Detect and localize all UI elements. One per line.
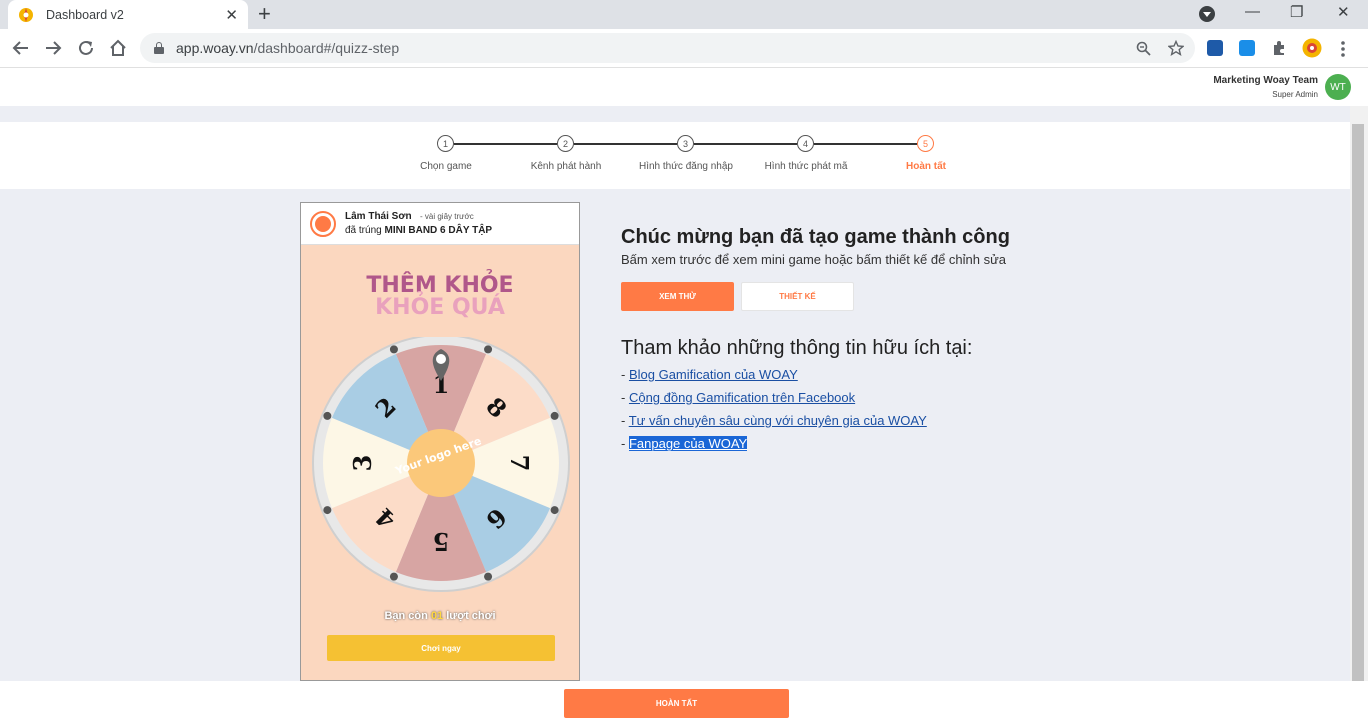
references-title: Tham khảo những thông tin hữu ích tại: xyxy=(621,337,973,359)
list-item: - Tư vấn chuyên sâu cùng với chuyên gia … xyxy=(621,412,927,435)
wheel-rim-dot xyxy=(323,506,332,515)
wheel-number-label: 3 xyxy=(348,455,377,472)
address-bar[interactable]: app.woay.vn/dashboard#/quizz-step xyxy=(140,33,1195,63)
wheel-rim-dot xyxy=(323,411,332,420)
footer-bar: HOÀN TẤT xyxy=(0,681,1368,727)
remaining-prefix: Bạn còn xyxy=(384,610,428,622)
back-icon[interactable] xyxy=(12,39,30,57)
play-now-button[interactable]: Chơi ngay xyxy=(327,635,555,661)
progress-stepper: 1 2 3 4 5 Chọn game Kênh phát hành Hình … xyxy=(0,122,1350,189)
winner-notification: Lâm Thái Sơn - vài giây trước đã trúng M… xyxy=(301,203,579,245)
winner-name: Lâm Thái Sơn xyxy=(345,211,412,222)
success-subtitle: Bấm xem trước để xem mini game hoặc bấm … xyxy=(621,252,1007,267)
list-item: - Fanpage của WOAY xyxy=(621,435,927,458)
notification-avatar-icon xyxy=(310,211,336,237)
finish-button[interactable]: HOÀN TẤT xyxy=(564,689,789,718)
app-header: Marketing Woay Team Super Admin WT xyxy=(0,68,1368,106)
remaining-count: 01 xyxy=(430,610,444,622)
step-connector xyxy=(454,143,557,145)
minimize-icon[interactable]: — xyxy=(1245,3,1260,20)
step-connector xyxy=(814,143,917,145)
list-item: - Blog Gamification của WOAY xyxy=(621,366,927,389)
remaining-suffix: lượt chơi xyxy=(446,610,496,622)
tab-close-icon[interactable]: ✕ xyxy=(225,6,238,24)
window-close-icon[interactable]: ✕ xyxy=(1337,3,1350,21)
wheel-rim-dot xyxy=(550,411,559,420)
step-5-circle[interactable]: 5 xyxy=(917,135,934,152)
step-connector xyxy=(574,143,677,145)
wheel-rim-dot xyxy=(389,345,398,354)
bookmark-star-icon[interactable] xyxy=(1168,40,1184,56)
step-connector xyxy=(694,143,797,145)
browser-toolbar: app.woay.vn/dashboard#/quizz-step xyxy=(0,29,1368,68)
design-button[interactable]: THIẾT KẾ xyxy=(741,282,854,311)
lucky-wheel[interactable]: 18765432 Your logo here xyxy=(301,337,579,607)
wheel-number-label: 7 xyxy=(505,455,534,472)
winner-prize: MINI BAND 6 DÂY TẬP xyxy=(384,225,493,236)
facebook-community-link[interactable]: Cộng đồng Gamification trên Facebook xyxy=(629,390,855,405)
success-title: Chúc mừng bạn đã tạo game thành công xyxy=(621,226,1010,248)
user-name: Marketing Woay Team xyxy=(1213,75,1318,86)
game-preview-phone: Lâm Thái Sơn - vài giây trước đã trúng M… xyxy=(300,202,580,681)
fanpage-link[interactable]: Fanpage của WOAY xyxy=(628,436,748,451)
profile-avatar-icon[interactable] xyxy=(1302,38,1322,58)
step-4-circle[interactable]: 4 xyxy=(797,135,814,152)
step-1-label[interactable]: Chọn game xyxy=(376,161,516,172)
step-2-label[interactable]: Kênh phát hành xyxy=(496,161,636,172)
blog-link[interactable]: Blog Gamification của WOAY xyxy=(629,367,798,382)
wheel-rim-dot xyxy=(389,572,398,581)
extension-j-icon[interactable] xyxy=(1207,40,1223,56)
game-area: THÊM KHỎE KHỎE QUÁ 18765432 Your logo he… xyxy=(301,245,579,680)
step-5-label[interactable]: Hoàn tất xyxy=(856,161,996,172)
step-1-circle[interactable]: 1 xyxy=(437,135,454,152)
browser-tab-bar: Dashboard v2 ✕ + — ❐ ✕ xyxy=(0,0,1368,29)
remaining-plays: Bạn còn 01 lượt chơi xyxy=(301,610,579,622)
lock-icon xyxy=(154,42,164,54)
step-2-circle[interactable]: 2 xyxy=(557,135,574,152)
step-3-label[interactable]: Hình thức đăng nhập xyxy=(616,161,756,172)
home-icon[interactable] xyxy=(109,39,127,57)
tab-title: Dashboard v2 xyxy=(46,7,124,22)
wheel-rim-dot xyxy=(484,572,493,581)
winner-action: đã trúng xyxy=(345,225,382,236)
browser-menu-dropdown-icon[interactable] xyxy=(1199,6,1215,22)
winner-prize-line: đã trúng MINI BAND 6 DÂY TẬP xyxy=(345,225,492,236)
url-host: app.woay.vn xyxy=(176,40,254,56)
avatar[interactable]: WT xyxy=(1325,74,1351,100)
user-role: Super Admin xyxy=(1272,90,1318,99)
references-list: - Blog Gamification của WOAY - Cộng đồng… xyxy=(621,366,927,458)
forward-icon[interactable] xyxy=(44,39,62,57)
step-4-label[interactable]: Hình thức phát mã xyxy=(736,161,876,172)
wheel-rim-dot xyxy=(484,345,493,354)
restore-icon[interactable]: ❐ xyxy=(1290,3,1303,21)
list-bullet: - xyxy=(621,413,629,428)
list-bullet: - xyxy=(621,436,629,451)
expert-consult-link[interactable]: Tư vấn chuyên sâu cùng với chuyên gia củ… xyxy=(629,413,927,428)
reload-icon[interactable] xyxy=(77,39,95,57)
browser-tab[interactable]: Dashboard v2 ✕ xyxy=(8,0,248,29)
url-path: /dashboard#/quizz-step xyxy=(253,40,400,56)
zoom-icon[interactable] xyxy=(1136,41,1151,56)
browser-menu-icon[interactable] xyxy=(1340,40,1346,58)
game-title-line2: KHỎE QUÁ xyxy=(375,295,505,320)
extensions-puzzle-icon[interactable] xyxy=(1271,40,1287,56)
scrollbar-thumb[interactable] xyxy=(1352,124,1364,681)
new-tab-icon[interactable]: + xyxy=(258,2,271,26)
list-bullet: - xyxy=(621,367,629,382)
winner-time: - vài giây trước xyxy=(420,212,474,221)
wheel-number-label: 5 xyxy=(433,527,450,556)
step-3-circle[interactable]: 3 xyxy=(677,135,694,152)
preview-button[interactable]: XEM THỬ xyxy=(621,282,734,311)
extension-drop-icon[interactable] xyxy=(1239,40,1255,56)
woay-favicon-icon xyxy=(19,7,33,22)
list-bullet: - xyxy=(621,390,629,405)
wheel-rim-dot xyxy=(550,506,559,515)
list-item: - Cộng đồng Gamification trên Facebook xyxy=(621,389,927,412)
